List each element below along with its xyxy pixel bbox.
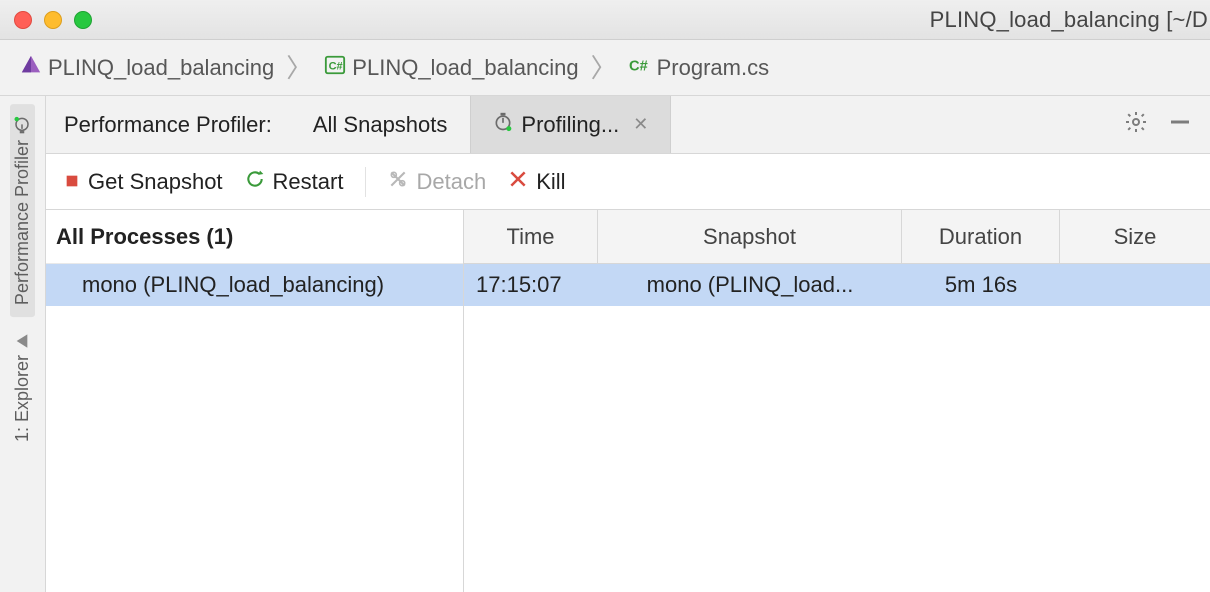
sidebar-tab-explorer[interactable]: 1: Explorer	[10, 321, 35, 454]
titlebar: PLINQ_load_balancing [~/D	[0, 0, 1210, 40]
tab-profiling[interactable]: Profiling... ✕	[470, 96, 671, 153]
csharp-project-icon: C#	[324, 54, 346, 82]
detach-icon	[388, 169, 408, 195]
solution-icon	[20, 54, 42, 82]
kill-button[interactable]: Kill	[508, 169, 565, 195]
button-label: Restart	[273, 169, 344, 195]
cell-snapshot: mono (PLINQ_load...	[598, 264, 902, 306]
maximize-window-button[interactable]	[74, 11, 92, 29]
window-title: PLINQ_load_balancing [~/D	[930, 7, 1210, 33]
stopwatch-icon	[493, 112, 513, 138]
hide-panel-button[interactable]	[1168, 110, 1192, 140]
close-tab-icon[interactable]: ✕	[633, 114, 648, 135]
main-panel: Performance Profiler: All Snapshots Prof…	[46, 96, 1210, 592]
breadcrumb-item-project[interactable]: C# PLINQ_load_balancing	[324, 54, 578, 82]
toolbar-separator	[365, 167, 366, 197]
profiler-panel-title: Performance Profiler:	[46, 96, 290, 153]
breadcrumb-label: PLINQ_load_balancing	[352, 55, 578, 81]
left-gutter: Performance Profiler 1: Explorer	[0, 96, 46, 592]
profiler-tab-bar: Performance Profiler: All Snapshots Prof…	[46, 96, 1210, 154]
detach-button: Detach	[388, 169, 486, 195]
breadcrumb-item-solution[interactable]: PLINQ_load_balancing	[20, 54, 274, 82]
settings-button[interactable]	[1124, 110, 1148, 140]
sidebar-tab-performance-profiler[interactable]: Performance Profiler	[10, 104, 35, 317]
close-window-button[interactable]	[14, 11, 32, 29]
sidebar-tab-label: 1: Explorer	[12, 355, 33, 442]
process-item-label: mono (PLINQ_load_balancing)	[82, 272, 384, 298]
button-label: Kill	[536, 169, 565, 195]
csharp-file-icon: C#	[629, 54, 651, 82]
snapshot-table: Time Snapshot Duration Size 17:15:07 mon…	[464, 210, 1210, 592]
tab-label: All Snapshots	[313, 112, 448, 138]
process-item[interactable]: mono (PLINQ_load_balancing)	[46, 264, 463, 306]
explorer-icon	[12, 333, 33, 349]
sidebar-tab-label: Performance Profiler	[12, 140, 33, 305]
profiler-toolbar: Get Snapshot Restart Detach Kill	[46, 154, 1210, 210]
cell-duration: 5m 16s	[902, 264, 1060, 306]
window-controls	[14, 11, 92, 29]
restart-icon	[245, 169, 265, 195]
cell-time: 17:15:07	[464, 264, 598, 306]
stopwatch-icon	[12, 116, 33, 134]
breadcrumb-item-file[interactable]: C# Program.cs	[629, 54, 769, 82]
button-label: Get Snapshot	[88, 169, 223, 195]
tab-label: Profiling...	[521, 112, 619, 138]
get-snapshot-button[interactable]: Get Snapshot	[64, 169, 223, 195]
svg-text:C#: C#	[629, 58, 648, 74]
breadcrumb-label: Program.cs	[657, 55, 769, 81]
breadcrumb-separator-icon: 〉	[286, 48, 312, 85]
button-label: Detach	[416, 169, 486, 195]
table-header-row: Time Snapshot Duration Size	[464, 210, 1210, 264]
cell-size	[1060, 264, 1210, 306]
tab-all-snapshots[interactable]: All Snapshots	[290, 96, 471, 153]
breadcrumb-label: PLINQ_load_balancing	[48, 55, 274, 81]
breadcrumb-separator-icon: 〉	[591, 48, 617, 85]
process-tree-header[interactable]: All Processes (1)	[46, 210, 463, 264]
minimize-window-button[interactable]	[44, 11, 62, 29]
column-header-duration[interactable]: Duration	[902, 210, 1060, 263]
table-row[interactable]: 17:15:07 mono (PLINQ_load... 5m 16s	[464, 264, 1210, 306]
process-tree: All Processes (1) mono (PLINQ_load_balan…	[46, 210, 464, 592]
breadcrumb: PLINQ_load_balancing 〉 C# PLINQ_load_bal…	[0, 40, 1210, 96]
column-header-snapshot[interactable]: Snapshot	[598, 210, 902, 263]
record-icon	[64, 169, 80, 195]
svg-text:C#: C#	[329, 60, 343, 72]
restart-button[interactable]: Restart	[245, 169, 344, 195]
kill-icon	[508, 169, 528, 195]
column-header-time[interactable]: Time	[464, 210, 598, 263]
column-header-size[interactable]: Size	[1060, 210, 1210, 263]
